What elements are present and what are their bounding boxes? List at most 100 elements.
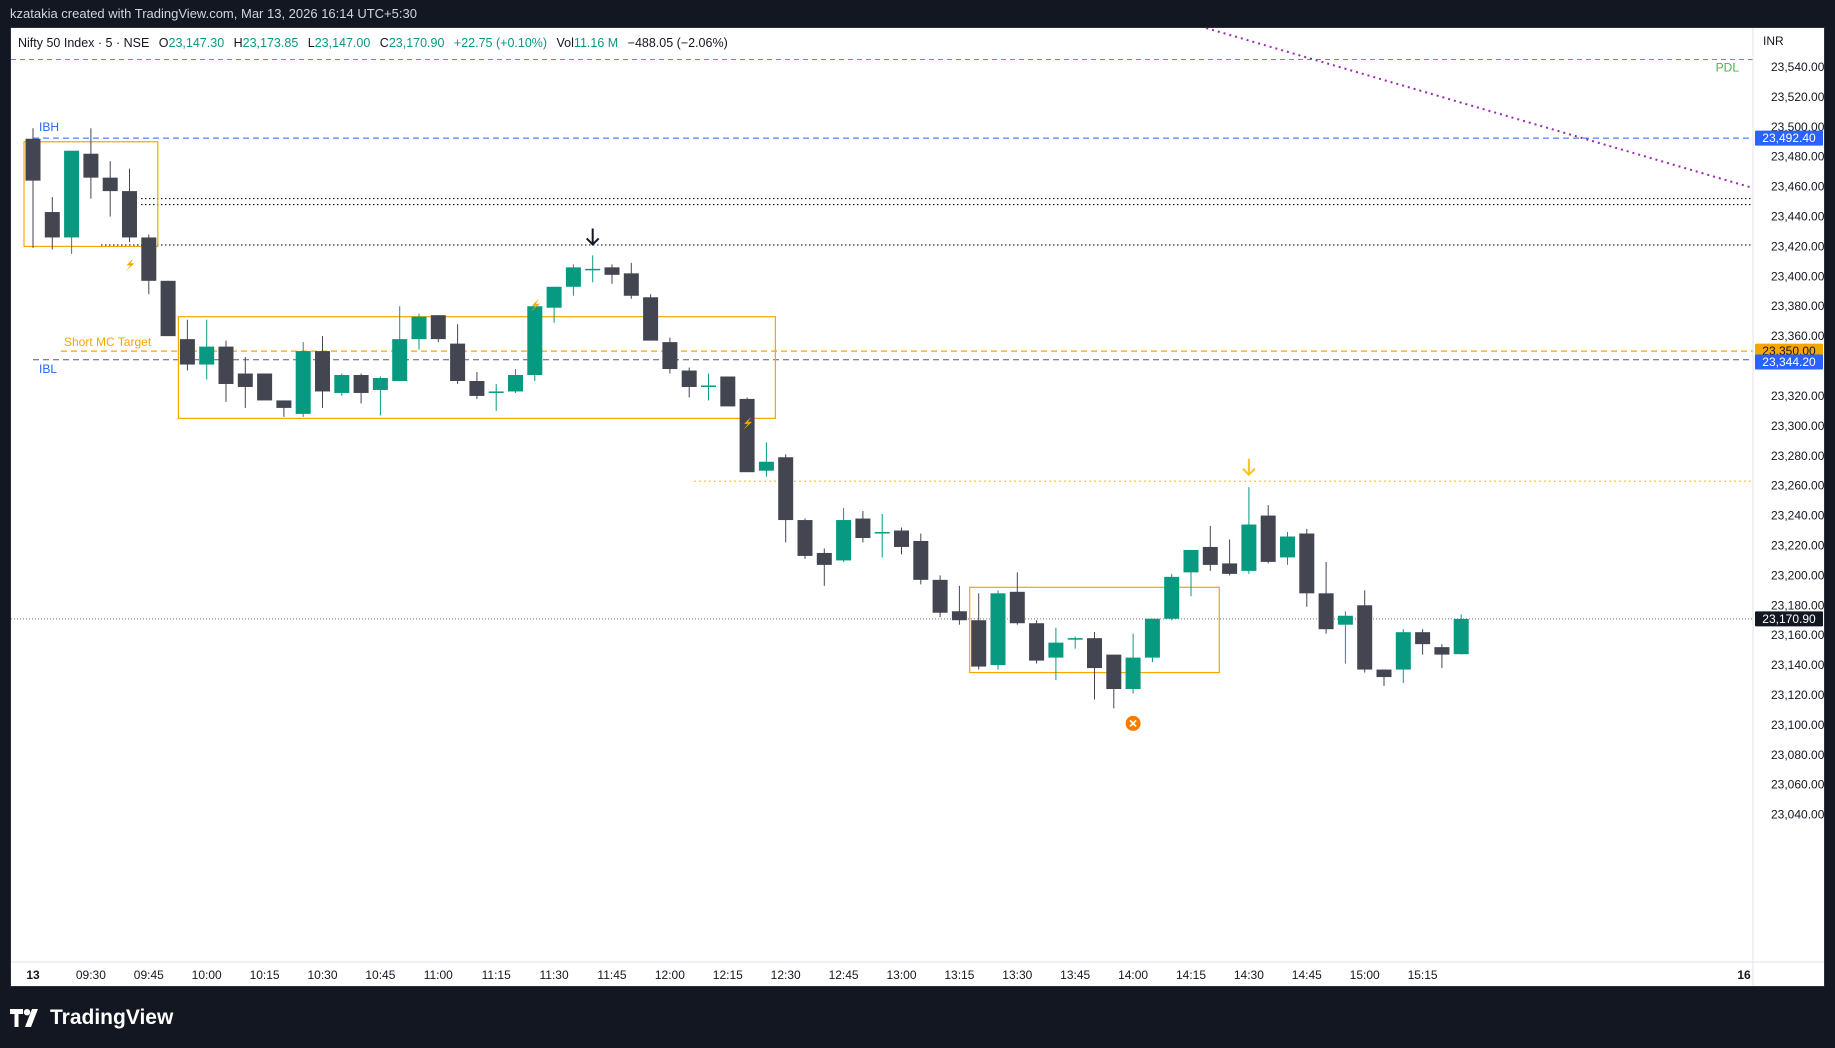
price-tick-label: 23,140.00 [1771,658,1824,672]
price-tick-label: 23,280.00 [1771,449,1824,463]
candle[interactable] [836,508,852,562]
candle[interactable] [565,264,581,296]
candle-body [1395,632,1411,670]
arrow-down-icon[interactable] [585,228,600,246]
candle[interactable] [701,373,716,401]
candle[interactable] [894,527,909,555]
time-tick-label: 10:00 [192,968,222,982]
open-label: O [158,36,169,50]
time-tick-label: 14:45 [1292,968,1322,982]
candle[interactable] [411,313,427,350]
candle[interactable] [1106,654,1122,709]
candle[interactable] [1318,561,1334,634]
currency-label[interactable]: INR [1763,34,1784,48]
candle[interactable] [1202,526,1218,571]
candle[interactable] [430,315,446,343]
candle[interactable] [758,442,774,477]
candle[interactable] [1222,539,1238,576]
candle[interactable] [932,575,948,618]
candle[interactable] [527,306,543,381]
candle[interactable] [1453,614,1469,655]
candle[interactable] [141,234,157,295]
symbol-label[interactable]: Nifty 50 Index · 5 · NSE [18,36,149,50]
candle[interactable] [623,262,639,299]
candle[interactable] [1183,549,1199,597]
candle-body [932,579,948,613]
candle[interactable] [778,454,794,543]
candle[interactable] [392,306,408,381]
candle-body [199,346,215,365]
candle[interactable] [1434,644,1450,669]
candle[interactable] [218,340,234,402]
tradingview-logo[interactable]: TradingView [10,1005,173,1031]
candle[interactable] [160,280,176,337]
candle[interactable] [508,369,523,393]
candle[interactable] [913,533,929,585]
candle[interactable] [990,590,1006,670]
candle[interactable] [951,585,967,625]
candle[interactable] [1299,529,1315,607]
trend-line[interactable] [1189,28,1754,189]
candle[interactable] [237,357,253,408]
candle[interactable] [353,373,369,404]
candle[interactable] [83,128,99,199]
chart-frame[interactable]: IBH IBL Short MC Target PDL INR 23,540.00 23… [10,27,1825,987]
candle[interactable] [681,367,697,398]
candle[interactable] [469,372,485,399]
candle[interactable] [1337,611,1353,664]
candle-body [604,267,620,275]
candle[interactable] [179,319,195,371]
candle[interactable] [199,319,215,380]
candle[interactable] [1067,636,1083,649]
candle[interactable] [488,383,504,411]
candle[interactable] [1241,487,1257,574]
candle[interactable] [1144,618,1160,663]
candle[interactable] [122,168,137,242]
candle[interactable] [585,255,601,283]
candle[interactable] [44,197,60,250]
signal-bolt-icon[interactable] [125,258,135,272]
candle[interactable] [643,294,659,341]
candle[interactable] [372,376,388,416]
candle[interactable] [855,511,871,543]
candle[interactable] [1029,620,1045,664]
candle[interactable] [102,161,118,217]
candle[interactable] [739,397,755,473]
candle[interactable] [315,336,330,408]
candle[interactable] [334,373,350,396]
candle[interactable] [1260,505,1276,564]
candle[interactable] [1376,669,1392,687]
time-tick-label: 10:45 [365,968,395,982]
candle-body [372,378,388,390]
candle[interactable] [450,324,466,384]
candle[interactable] [1164,573,1180,621]
candle[interactable] [25,128,41,248]
candle[interactable] [720,376,736,407]
candle-body [1241,524,1257,571]
arrow-down-icon[interactable] [1242,458,1256,477]
range-box[interactable] [177,316,776,419]
candle[interactable] [276,400,292,417]
price-tick-label: 23,220.00 [1771,538,1824,552]
candle[interactable] [1395,629,1411,684]
candle[interactable] [1009,572,1025,625]
candle[interactable] [971,593,987,670]
candle[interactable] [1087,632,1102,700]
candle-body [681,370,697,387]
candle[interactable] [295,342,311,417]
candle[interactable] [604,264,620,284]
candle[interactable] [874,514,890,558]
time-tick-label: 11:45 [597,968,626,982]
candle[interactable] [1280,532,1295,565]
candle[interactable] [64,150,80,254]
candle[interactable] [1125,633,1141,694]
time-tick-label: 15:15 [1408,968,1438,982]
time-tick-label: 10:15 [250,968,280,982]
price-chart[interactable]: IBH IBL Short MC Target PDL INR 23,540.00 23… [11,28,1824,986]
candle[interactable] [797,518,813,559]
candle[interactable] [662,337,678,374]
candle[interactable] [1415,629,1431,655]
candle[interactable] [257,373,273,401]
candle[interactable] [1357,590,1373,673]
candle[interactable] [816,548,832,586]
